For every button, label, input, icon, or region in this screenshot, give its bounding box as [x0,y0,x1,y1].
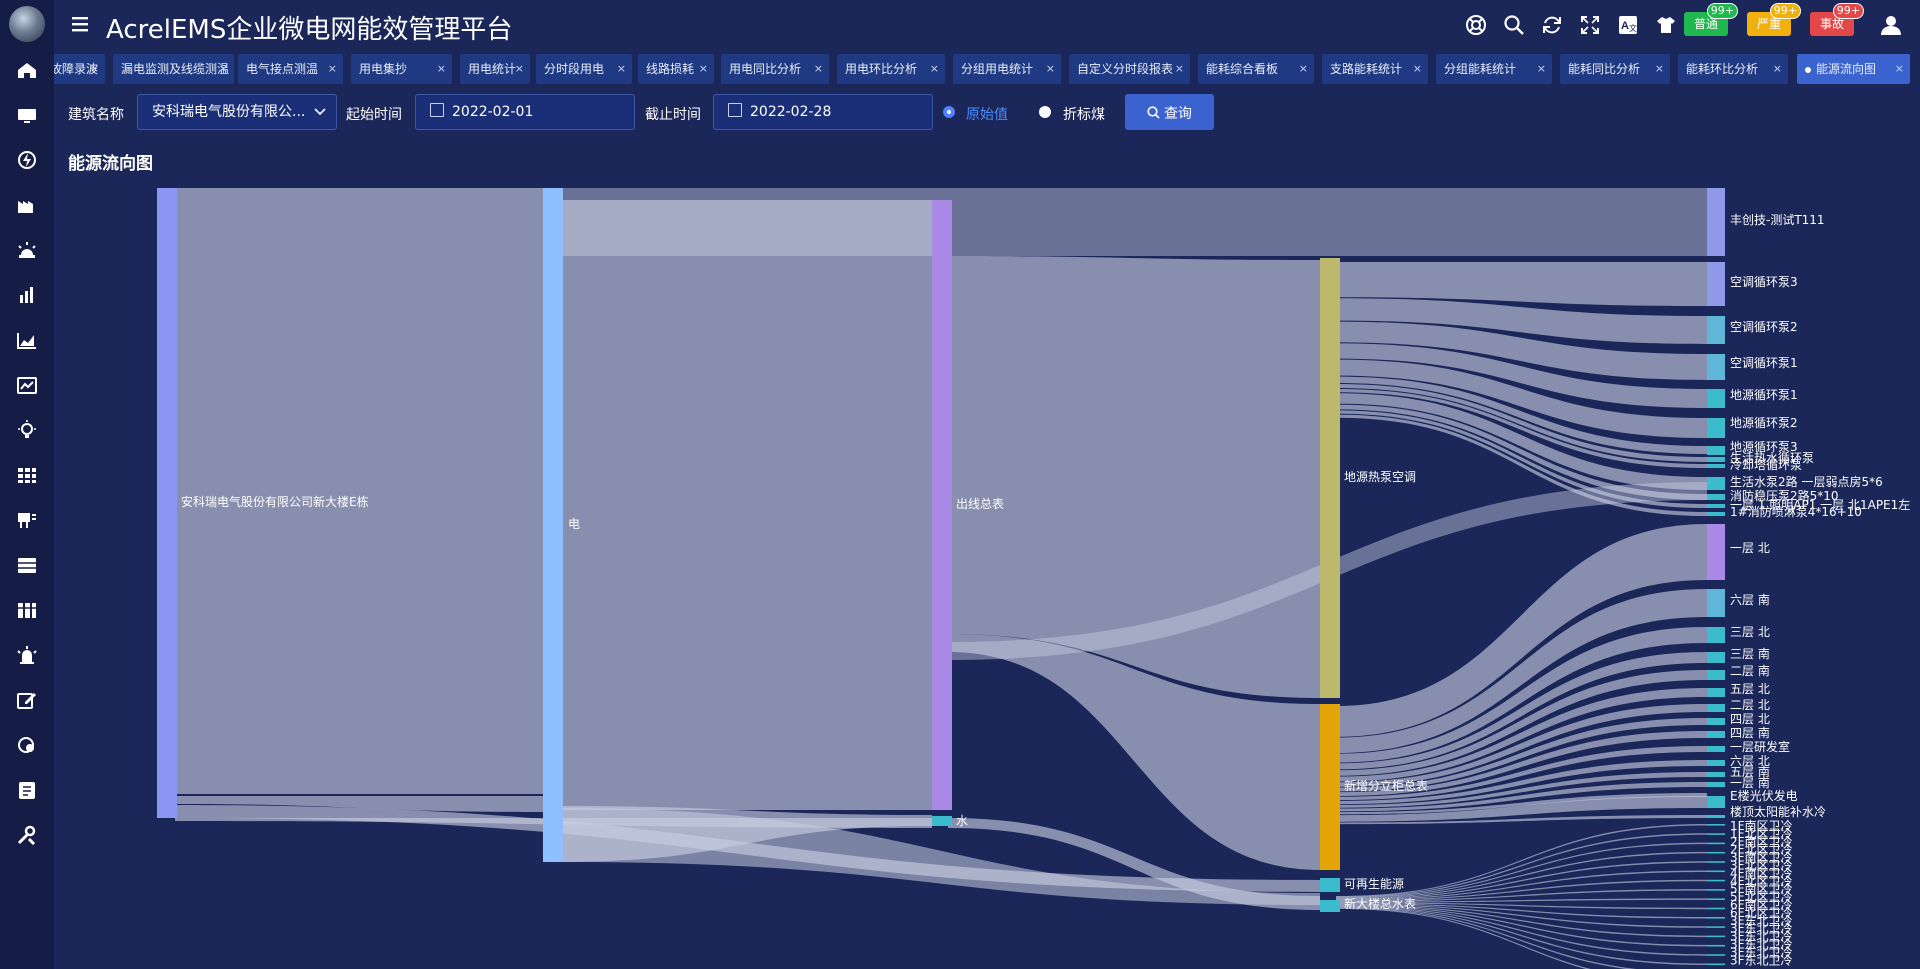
sankey-label-34: E楼光伏发电 [1730,788,1798,803]
sankey-node-18[interactable] [1707,494,1725,500]
sankey-label-12: 地源循环泵1 [1730,388,1798,402]
sankey-label-4: 地源热泵空调 [1344,470,1416,484]
sankey-label-5: 新增分立柜总表 [1344,778,1428,793]
sankey-node-23[interactable] [1707,627,1725,643]
sankey-node-28[interactable] [1707,718,1725,725]
sankey-label-22: 六层 南 [1730,592,1770,607]
link-electric-outlet [559,200,932,810]
sankey-label-28: 四层 北 [1730,712,1770,726]
sankey-label-8: 丰创技-测试T111 [1730,212,1825,227]
link-water-14 [1336,905,1707,956]
link-cabinet-0 [1336,524,1707,737]
sankey-label-35: 楼顶太阳能补水冷 [1730,804,1826,819]
sankey-label-16: 冷却塔循环泵 [1730,458,1802,472]
sankey-node-13[interactable] [1707,418,1725,438]
sankey-node-water-2[interactable] [1707,842,1725,845]
sankey-node-water-1[interactable] [1707,833,1725,835]
link-electric-t111 [559,188,1707,256]
sankey-node-water-12[interactable] [1707,935,1725,938]
sankey-label-20: 1#消防喷淋泵4*16+10 [1730,504,1862,519]
sankey-label-26: 五层 北 [1730,682,1770,696]
sankey-node-9[interactable] [1707,262,1725,306]
sankey-node-8[interactable] [1707,188,1725,256]
sankey-node-water-10[interactable] [1707,917,1725,919]
sankey-node-34[interactable] [1707,796,1725,808]
sankey-label-33: 一层 南 [1730,775,1770,790]
sankey-label-7: 新大楼总水表 [1344,896,1416,911]
sankey-node-water-0[interactable] [1707,824,1725,826]
sankey-node-water-11[interactable] [1707,926,1725,928]
sankey-node-2[interactable] [932,200,952,810]
sankey-node-15[interactable] [1707,457,1725,462]
sankey-node-19[interactable] [1707,504,1725,508]
sankey-label-2: 出线总表 [956,497,1004,511]
sankey-node-32[interactable] [1707,772,1725,777]
sankey-node-water-13[interactable] [1707,944,1725,947]
sankey-node-water-15[interactable] [1707,963,1725,966]
sankey-label-23: 三层 北 [1730,625,1770,639]
sankey-node-0[interactable] [157,188,177,818]
sankey-node-26[interactable] [1707,688,1725,697]
sankey-label-53: 3F东北卫冷 [1730,953,1793,967]
sankey-node-4[interactable] [1320,258,1340,698]
sankey-node-water-14[interactable] [1707,954,1725,956]
sankey-label-6: 可再生能源 [1344,877,1404,891]
sankey-node-20[interactable] [1707,512,1725,516]
sankey-node-water-7[interactable] [1707,889,1725,891]
sankey-label-1: 电 [568,517,580,531]
sankey-node-25[interactable] [1707,670,1725,680]
sankey-node-10[interactable] [1707,316,1725,344]
sankey-label-21: 一层 北 [1730,541,1770,555]
sankey-node-14[interactable] [1707,446,1725,455]
sankey-node-3[interactable] [932,816,952,826]
link-source-electric [175,188,543,794]
sankey-node-30[interactable] [1707,746,1725,752]
sankey-node-16[interactable] [1707,464,1725,468]
sankey-node-water-9[interactable] [1707,907,1725,910]
sankey-node-31[interactable] [1707,760,1725,766]
sankey-node-water-8[interactable] [1707,898,1725,900]
link-water-16 [1336,907,1637,969]
sankey-node-12[interactable] [1707,389,1725,408]
sankey-node-22[interactable] [1707,589,1725,617]
sankey-node-water-6[interactable] [1707,879,1725,882]
sankey-label-17: 生活水泵2路 一层弱点房5*6 [1730,474,1883,489]
sankey-node-17[interactable] [1707,477,1725,490]
link-water-3 [1336,851,1707,900]
sankey-node-21[interactable] [1707,524,1725,580]
sankey-node-1[interactable] [543,188,563,862]
sankey-label-24: 三层 南 [1730,646,1770,661]
sankey-label-27: 二层 北 [1730,698,1770,712]
sankey-node-water-3[interactable] [1707,851,1725,854]
sankey-node-33[interactable] [1707,782,1725,787]
sankey-label-13: 地源循环泵2 [1730,416,1798,430]
sankey-label-29: 四层 南 [1730,725,1770,740]
sankey-node-24[interactable] [1707,652,1725,663]
sankey-node-11[interactable] [1707,354,1725,380]
sankey-label-0: 安科瑞电气股份有限公司新大楼E栋 [181,494,369,509]
sankey-label-3: 水 [956,814,968,828]
sankey-node-27[interactable] [1707,704,1725,712]
sankey-node-35[interactable] [1707,815,1725,818]
sankey-label-25: 二层 南 [1730,663,1770,678]
sankey-node-7[interactable] [1320,900,1340,912]
sankey-node-29[interactable] [1707,731,1725,738]
sankey-node-water-4[interactable] [1707,861,1725,863]
energy-flow-sankey: 安科瑞电气股份有限公司新大楼E栋电 出线总表水 地源热泵空调新增分立柜总表可再生能源… [157,188,1910,969]
sankey-label-11: 空调循环泵1 [1730,356,1798,370]
sankey-label-9: 空调循环泵3 [1730,275,1798,289]
sankey-label-10: 空调循环泵2 [1730,320,1798,334]
sankey-node-water-5[interactable] [1707,870,1725,873]
sankey-label-30: 一层研发室 [1730,739,1790,754]
sankey-node-6[interactable] [1320,878,1340,892]
sankey-node-5[interactable] [1320,704,1340,870]
